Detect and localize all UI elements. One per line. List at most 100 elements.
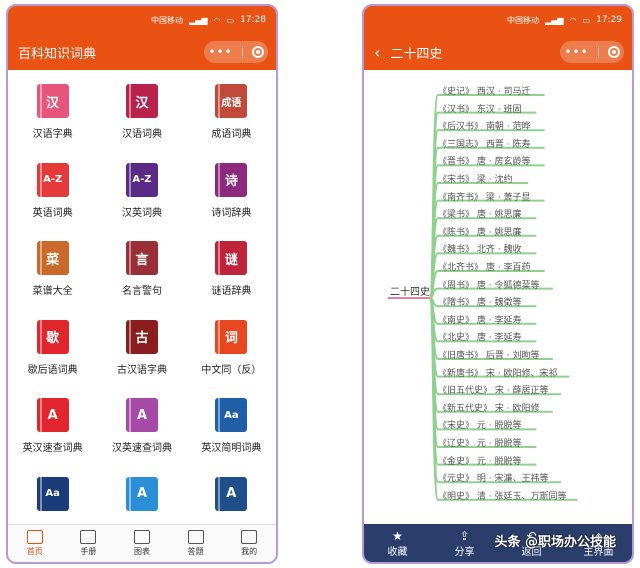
mind-map-node[interactable]: 《周书》 唐 · 令狐德棻等 — [438, 278, 539, 291]
dictionary-book-icon: A — [125, 398, 158, 432]
tab-label: 答题 — [187, 547, 204, 556]
mind-map-node[interactable]: 《新唐书》 宋 · 欧阳修、宋祁 — [438, 366, 557, 379]
signal-icon: ▂▄▆ — [189, 15, 208, 25]
dictionary-item[interactable]: 菜菜谱大全 — [8, 241, 97, 302]
capsule-divider — [597, 46, 599, 58]
dictionary-item[interactable]: 古古汉语字典 — [97, 319, 186, 381]
miniapp-capsule[interactable]: ••• — [204, 41, 268, 63]
dictionary-item-label: 歇后语词典 — [27, 364, 78, 376]
dictionary-book-icon: Aa — [215, 398, 248, 432]
dictionary-item[interactable]: A-Z 汉英词典 — [97, 162, 186, 224]
mind-map-node[interactable]: 《元史》 明 · 宋濂、王祎等 — [438, 471, 548, 484]
mind-map-node[interactable]: 《史记》 西汉 · 司马迁 — [438, 84, 530, 97]
tab-item[interactable]: 我的 — [222, 525, 276, 562]
dictionary-item-label: 英语词典 — [32, 207, 73, 219]
dictionary-item[interactable]: Aa 英汉简明词典 — [187, 398, 276, 459]
dictionary-book-icon: Aa — [36, 476, 69, 511]
mind-map-node[interactable]: 《旧唐书》 后晋 · 刘昫等 — [438, 348, 539, 361]
battery-icon: ▭ — [582, 15, 591, 25]
dictionary-item-label: 菜谱大全 — [32, 286, 73, 297]
dictionary-item[interactable]: 诗诗词辞典 — [187, 162, 276, 224]
mind-map-node[interactable]: 《陈书》 唐 · 姚思廉 — [438, 225, 521, 238]
dictionary-item[interactable]: 谜谜语辞典 — [187, 241, 276, 302]
mind-map-root[interactable]: 二十四史 — [390, 283, 430, 298]
tab-label: 我的 — [241, 547, 258, 556]
dictionary-item-label: 谜语辞典 — [211, 286, 252, 297]
mind-map-node[interactable]: 《宋书》 梁 · 沈约 — [438, 172, 512, 185]
mind-map-node[interactable]: 《魏书》 北齐 · 魏收 — [438, 242, 521, 255]
dictionary-book-icon: A-Z — [125, 162, 158, 197]
signal-icon: ▂▄▆ — [545, 15, 564, 25]
mind-map-node[interactable]: 《金史》 元 · 脱脱等 — [438, 454, 521, 467]
mind-map-node[interactable]: 《后汉书》 南朝 · 范晔 — [438, 119, 530, 132]
dictionary-item-label: 古汉语字典 — [116, 364, 167, 376]
dictionary-book-icon: 古 — [125, 319, 158, 354]
more-icon[interactable]: ••• — [208, 45, 232, 59]
clock: 17:29 — [596, 15, 622, 25]
dictionary-item[interactable]: 汉汉语字典 — [8, 84, 97, 145]
mind-map-node[interactable]: 《晋书》 唐 · 房玄龄等 — [438, 154, 530, 167]
dictionary-item[interactable]: 言名言警句 — [97, 241, 186, 302]
dictionary-item[interactable]: A-Z 英语词典 — [8, 162, 97, 224]
mind-map-node[interactable]: 《新五代史》 宋 · 欧阳修 — [438, 401, 539, 414]
tab-icon — [133, 530, 150, 544]
mind-map-node[interactable]: 《汉书》 东汉 · 班固 — [438, 102, 521, 115]
dictionary-book-icon: A — [36, 398, 69, 432]
mind-map-node[interactable]: 《旧五代史》 宋 · 薛居正等 — [438, 383, 548, 396]
mind-map-node[interactable]: 《三国志》 西晋 · 陈寿 — [438, 137, 530, 150]
dictionary-item[interactable]: A — [97, 476, 186, 523]
action-icon: ★ — [392, 528, 403, 543]
dictionary-book-icon: 汉 — [125, 84, 158, 118]
action-0-button[interactable]: ★ 收藏 — [364, 524, 431, 562]
mind-map-node[interactable]: 《辽史》 元 · 脱脱等 — [438, 436, 521, 449]
tab-item[interactable]: 手册 — [62, 525, 116, 562]
dictionary-book-icon: 词 — [215, 319, 248, 354]
miniapp-capsule[interactable]: ••• — [560, 41, 624, 63]
page-title: 百科知识词典 — [18, 46, 97, 62]
dictionary-item[interactable]: 汉汉语词典 — [97, 84, 186, 145]
clock: 17:28 — [240, 15, 266, 25]
dictionary-item[interactable]: A 英汉速查词典 — [8, 398, 97, 459]
tab-icon — [187, 530, 204, 544]
action-label: 分享 — [454, 546, 475, 558]
dictionary-item[interactable]: A — [187, 476, 276, 523]
mind-map-node[interactable]: 《梁书》 唐 · 姚思廉 — [438, 207, 521, 220]
mind-map-node[interactable]: 《北史》 唐 · 李延寿 — [438, 330, 521, 343]
dictionary-item[interactable]: 词中文同（反） — [187, 319, 276, 381]
dictionary-book-icon: 谜 — [215, 241, 248, 275]
dictionary-item[interactable]: Aa — [8, 476, 97, 523]
dictionary-book-icon: 汉 — [36, 84, 69, 118]
back-arrow-icon[interactable]: ‹ — [374, 43, 380, 62]
close-miniapp-icon[interactable] — [607, 46, 620, 58]
phone-dictionary-home: 中国移动 ▂▄▆ ◠ ▭ 17:28 百科知识词典 ••• 汉汉语字典汉汉语词典… — [6, 4, 278, 564]
tab-icon — [241, 530, 258, 544]
tab-item[interactable]: 答题 — [169, 525, 223, 562]
dictionary-book-icon: 歇 — [36, 319, 69, 354]
tab-item[interactable]: 首页 — [8, 525, 62, 562]
mind-map-node[interactable]: 《宋史》 元 · 脱脱等 — [438, 418, 521, 431]
mind-map-node[interactable]: 《南史》 唐 · 李延寿 — [438, 313, 521, 326]
mind-map-branch — [429, 146, 545, 299]
more-icon[interactable]: ••• — [564, 45, 588, 59]
tab-item[interactable]: 图表 — [115, 525, 169, 562]
dictionary-item-label: 中文同（反） — [201, 364, 262, 376]
status-bar: 中国移动 ▂▄▆ ◠ ▭ 17:29 — [364, 6, 632, 34]
tab-icon — [26, 530, 43, 544]
dictionary-item[interactable]: A 汉英速查词典 — [97, 398, 186, 459]
dictionary-item[interactable]: 歇歇后语词典 — [8, 319, 97, 381]
mind-map-node[interactable]: 《隋书》 唐 · 魏徵等 — [438, 295, 521, 308]
screenshot-canvas: 中国移动 ▂▄▆ ◠ ▭ 17:28 百科知识词典 ••• 汉汉语字典汉汉语词典… — [0, 0, 640, 568]
dictionary-book-icon: 言 — [125, 241, 158, 275]
status-bar: 中国移动 ▂▄▆ ◠ ▭ 17:28 — [8, 6, 276, 34]
tab-label: 手册 — [80, 547, 97, 556]
close-miniapp-icon[interactable] — [251, 46, 264, 58]
phone-mindmap: 中国移动 ▂▄▆ ◠ ▭ 17:29 ‹ 二十四史 ••• 二十四史 《史记》 … — [362, 4, 634, 564]
mind-map-node[interactable]: 《北齐书》 唐 · 李百药 — [438, 260, 530, 273]
dictionary-item-label: 名言警句 — [121, 286, 162, 297]
action-1-button[interactable]: ⇪ 分享 — [431, 524, 498, 562]
mind-map-node[interactable]: 《南齐书》 梁 · 萧子显 — [438, 190, 530, 203]
mind-map-node[interactable]: 《明史》 清 · 张廷玉、万斯同等 — [438, 489, 566, 502]
dictionary-item-label: 汉语词典 — [121, 129, 162, 140]
dictionary-item[interactable]: 成语 成语词典 — [187, 84, 276, 145]
carrier-label: 中国移动 — [507, 15, 540, 25]
